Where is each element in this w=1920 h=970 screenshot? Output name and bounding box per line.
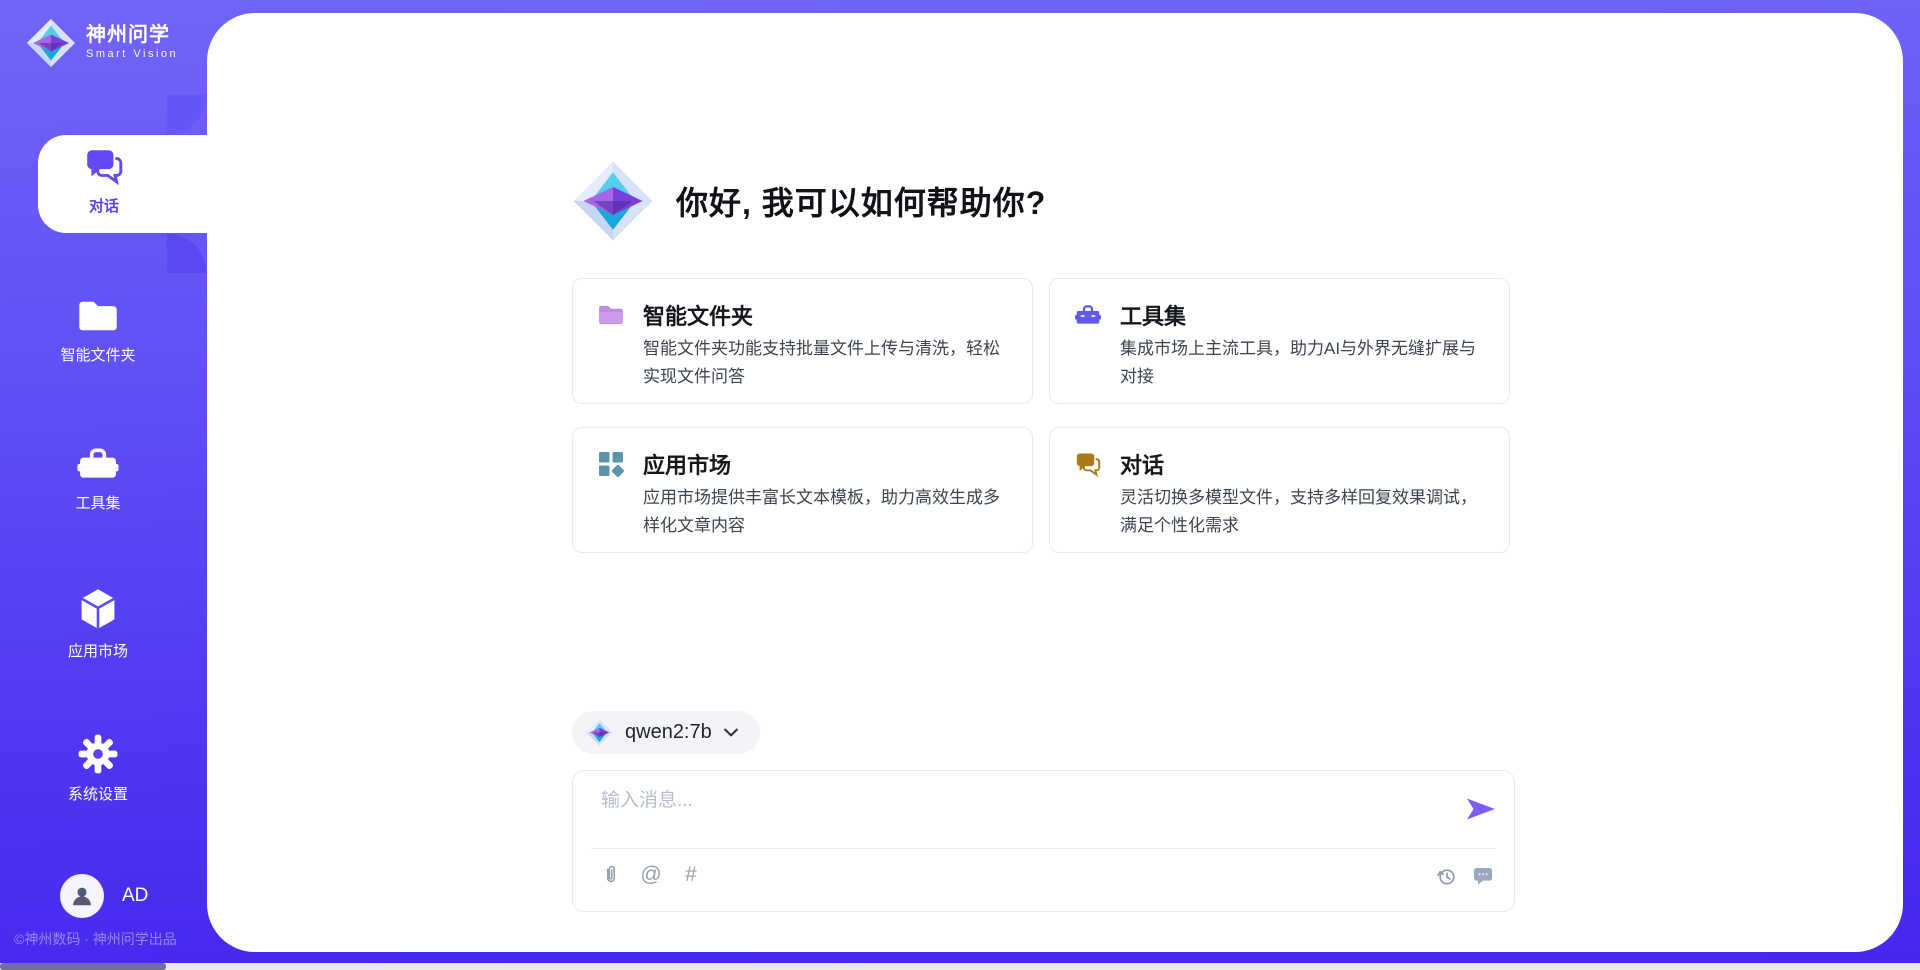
card-description: 灵活切换多模型文件，支持多样回复效果调试，满足个性化需求	[1120, 484, 1492, 540]
greeting-title: 你好, 我可以如何帮助你?	[676, 178, 1046, 224]
feature-card-tools[interactable]: 工具集 集成市场上主流工具，助力AI与外界无缝扩展与对接	[1049, 278, 1510, 404]
chat-icon	[1074, 450, 1102, 478]
send-icon[interactable]	[1466, 797, 1496, 821]
app-window: 神州问学 Smart Vision 对话 智能文件夹 工具集	[0, 0, 1920, 970]
person-icon	[69, 883, 95, 909]
card-title: 智能文件夹	[643, 299, 753, 331]
toolbox-icon	[75, 444, 121, 484]
gem-icon	[586, 719, 613, 746]
message-composer: @ #	[572, 770, 1515, 912]
chat-icon	[83, 145, 125, 187]
card-title: 对话	[1120, 448, 1164, 480]
sidebar-item-label: 智能文件夹	[38, 344, 158, 365]
user-name: AD	[122, 885, 148, 907]
sidebar-item-label: 工具集	[38, 492, 158, 513]
sidebar-item-folders[interactable]: 智能文件夹	[38, 296, 158, 365]
gem-logo-icon	[572, 160, 654, 242]
chat-bubble-icon[interactable]	[1472, 865, 1494, 887]
active-nav-fillet-top	[167, 95, 207, 135]
toolbox-icon	[1074, 301, 1102, 329]
brand-subtitle: Smart Vision	[86, 49, 178, 61]
welcome-header: 你好, 我可以如何帮助你?	[572, 160, 1046, 242]
feature-card-folders[interactable]: 智能文件夹 智能文件夹功能支持批量文件上传与清洗，轻松实现文件问答	[572, 278, 1033, 404]
card-description: 智能文件夹功能支持批量文件上传与清洗，轻松实现文件问答	[643, 335, 1015, 391]
hash-icon[interactable]: #	[679, 863, 703, 887]
user-account[interactable]: AD	[60, 874, 148, 918]
folder-icon	[76, 296, 120, 336]
sidebar-item-tools[interactable]: 工具集	[38, 444, 158, 513]
sidebar-item-chat[interactable]: 对话	[38, 145, 170, 216]
message-input[interactable]	[599, 783, 1443, 847]
card-title: 工具集	[1120, 299, 1186, 331]
brand-name: 神州问学	[86, 25, 178, 46]
scrollbar-thumb[interactable]	[0, 963, 166, 970]
sidebar-item-label: 对话	[38, 195, 170, 216]
folder-icon	[597, 301, 625, 329]
feature-card-chat[interactable]: 对话 灵活切换多模型文件，支持多样回复效果调试，满足个性化需求	[1049, 427, 1510, 553]
feature-card-market[interactable]: 应用市场 应用市场提供丰富长文本模板，助力高效生成多样化文章内容	[572, 427, 1033, 553]
sidebar-item-label: 应用市场	[38, 640, 158, 661]
model-selector[interactable]: qwen2:7b	[572, 711, 760, 754]
at-icon[interactable]: @	[639, 863, 663, 887]
copyright-text: ©神州数码 · 神州问学出品	[14, 929, 177, 949]
sidebar-item-settings[interactable]: 系统设置	[38, 733, 158, 804]
paperclip-icon[interactable]	[599, 863, 623, 887]
card-description: 应用市场提供丰富长文本模板，助力高效生成多样化文章内容	[643, 484, 1015, 540]
grid-icon	[597, 450, 625, 478]
sidebar-item-label: 系统设置	[38, 783, 158, 804]
history-icon[interactable]	[1435, 865, 1457, 887]
avatar[interactable]	[60, 874, 104, 918]
gear-icon	[77, 733, 119, 775]
chevron-down-icon	[724, 728, 738, 737]
card-title: 应用市场	[643, 448, 731, 480]
brand-logo: 神州问学 Smart Vision	[26, 18, 178, 68]
cube-icon	[76, 586, 120, 632]
model-name: qwen2:7b	[625, 721, 712, 744]
gem-logo-icon	[26, 18, 76, 68]
active-nav-fillet-bottom	[167, 233, 207, 273]
horizontal-scrollbar[interactable]	[0, 963, 1920, 970]
sidebar-item-market[interactable]: 应用市场	[38, 586, 158, 661]
card-description: 集成市场上主流工具，助力AI与外界无缝扩展与对接	[1120, 335, 1492, 391]
composer-divider	[591, 848, 1496, 849]
